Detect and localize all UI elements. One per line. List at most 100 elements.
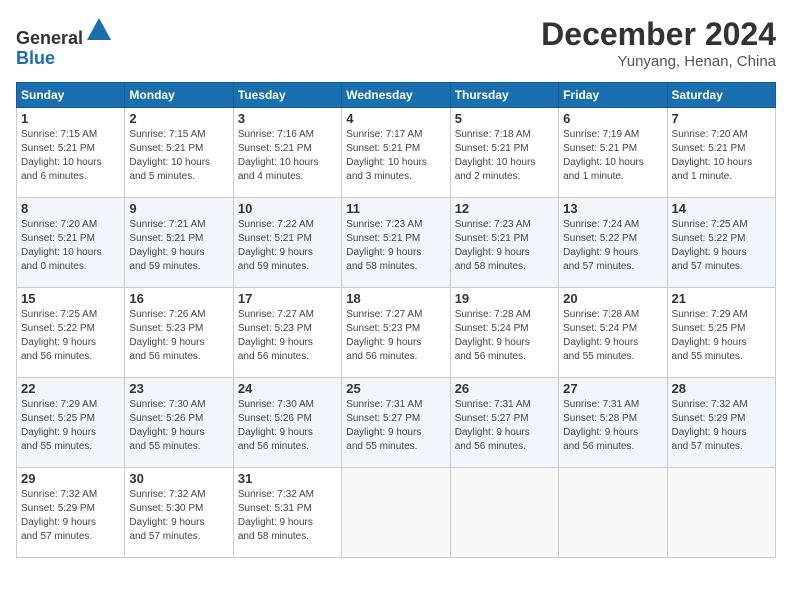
- calendar-cell: [342, 468, 450, 558]
- calendar-cell: 5Sunrise: 7:18 AM Sunset: 5:21 PM Daylig…: [450, 108, 558, 198]
- weekday-header-thursday: Thursday: [450, 83, 558, 108]
- calendar-cell: 14 Sunrise: 7:25 AM Sunset: 5:22 PM Dayli…: [667, 198, 775, 288]
- day-info: Sunrise: 7:30 AM Sunset: 5:26 PM Dayligh…: [238, 398, 337, 454]
- day-info: Sunrise: 7:15 AM Sunset: 5:21 PM Dayligh…: [129, 128, 228, 184]
- calendar-cell: 17 Sunrise: 7:27 AM Sunset: 5:23 PM Dayli…: [233, 288, 341, 378]
- calendar-cell: 10 Sunrise: 7:22 AM Sunset: 5:21 PM Dayli…: [233, 198, 341, 288]
- calendar-cell: 4 Sunrise: 7:17 AM Sunset: 5:21 PM Daylig…: [342, 108, 450, 198]
- calendar-cell: 13 Sunrise: 7:24 AM Sunset: 5:22 PM Dayli…: [559, 198, 667, 288]
- day-number: 3: [238, 111, 337, 126]
- day-number: 9: [129, 201, 228, 216]
- day-info: Sunrise: 7:31 AM Sunset: 5:27 PM Dayligh…: [346, 398, 445, 454]
- day-info: Sunrise: 7:19 AM Sunset: 5:21 PM Dayligh…: [563, 128, 662, 184]
- day-info: Sunrise: 7:28 AM Sunset: 5:24 PM Dayligh…: [563, 308, 662, 364]
- week-row-1: 1 Sunrise: 7:15 AM Sunset: 5:21 PM Daylig…: [17, 108, 776, 198]
- day-number: 6: [563, 111, 662, 126]
- day-info: Sunrise: 7:31 AM Sunset: 5:28 PM Dayligh…: [563, 398, 662, 454]
- day-number: 24: [238, 381, 337, 396]
- day-number: 2: [129, 111, 228, 126]
- day-info: Sunrise: 7:29 AM Sunset: 5:25 PM Dayligh…: [21, 398, 120, 454]
- day-info: Sunrise: 7:17 AM Sunset: 5:21 PM Dayligh…: [346, 128, 445, 184]
- day-number: 25: [346, 381, 445, 396]
- calendar-cell: 7Sunrise: 7:20 AM Sunset: 5:21 PM Daylig…: [667, 108, 775, 198]
- day-number: 12: [455, 201, 554, 216]
- day-info: Sunrise: 7:29 AM Sunset: 5:25 PM Dayligh…: [672, 308, 771, 364]
- day-number: 29: [21, 471, 120, 486]
- day-info: Sunrise: 7:23 AM Sunset: 5:21 PM Dayligh…: [455, 218, 554, 274]
- day-number: 4: [346, 111, 445, 126]
- day-number: 15: [21, 291, 120, 306]
- day-info: Sunrise: 7:26 AM Sunset: 5:23 PM Dayligh…: [129, 308, 228, 364]
- calendar-cell: 27 Sunrise: 7:31 AM Sunset: 5:28 PM Dayli…: [559, 378, 667, 468]
- day-number: 30: [129, 471, 228, 486]
- calendar-cell: [667, 468, 775, 558]
- day-number: 20: [563, 291, 662, 306]
- calendar-cell: 26Sunrise: 7:31 AM Sunset: 5:27 PM Dayli…: [450, 378, 558, 468]
- calendar-cell: 3 Sunrise: 7:16 AM Sunset: 5:21 PM Daylig…: [233, 108, 341, 198]
- day-info: Sunrise: 7:32 AM Sunset: 5:29 PM Dayligh…: [672, 398, 771, 454]
- day-number: 28: [672, 381, 771, 396]
- location: Yunyang, Henan, China: [541, 53, 776, 70]
- day-number: 10: [238, 201, 337, 216]
- calendar-cell: 25 Sunrise: 7:31 AM Sunset: 5:27 PM Dayli…: [342, 378, 450, 468]
- day-info: Sunrise: 7:27 AM Sunset: 5:23 PM Dayligh…: [238, 308, 337, 364]
- weekday-header-friday: Friday: [559, 83, 667, 108]
- calendar-cell: [559, 468, 667, 558]
- day-number: 22: [21, 381, 120, 396]
- calendar-table: SundayMondayTuesdayWednesdayThursdayFrid…: [16, 82, 776, 558]
- week-row-2: 8 Sunrise: 7:20 AM Sunset: 5:21 PM Daylig…: [17, 198, 776, 288]
- day-number: 11: [346, 201, 445, 216]
- day-number: 31: [238, 471, 337, 486]
- day-number: 13: [563, 201, 662, 216]
- logo-icon: [85, 16, 113, 44]
- day-info: Sunrise: 7:15 AM Sunset: 5:21 PM Dayligh…: [21, 128, 120, 184]
- week-row-5: 29 Sunrise: 7:32 AM Sunset: 5:29 PM Dayli…: [17, 468, 776, 558]
- calendar-cell: 22 Sunrise: 7:29 AM Sunset: 5:25 PM Dayli…: [17, 378, 125, 468]
- calendar-cell: 6 Sunrise: 7:19 AM Sunset: 5:21 PM Daylig…: [559, 108, 667, 198]
- day-info: Sunrise: 7:23 AM Sunset: 5:21 PM Dayligh…: [346, 218, 445, 274]
- week-row-4: 22 Sunrise: 7:29 AM Sunset: 5:25 PM Dayli…: [17, 378, 776, 468]
- calendar-cell: 23 Sunrise: 7:30 AM Sunset: 5:26 PM Dayli…: [125, 378, 233, 468]
- calendar-cell: 30Sunrise: 7:32 AM Sunset: 5:30 PM Dayli…: [125, 468, 233, 558]
- calendar-cell: 28 Sunrise: 7:32 AM Sunset: 5:29 PM Dayli…: [667, 378, 775, 468]
- day-number: 23: [129, 381, 228, 396]
- weekday-header-monday: Monday: [125, 83, 233, 108]
- calendar-cell: [450, 468, 558, 558]
- day-number: 17: [238, 291, 337, 306]
- calendar-cell: 21Sunrise: 7:29 AM Sunset: 5:25 PM Dayli…: [667, 288, 775, 378]
- calendar-cell: 29 Sunrise: 7:32 AM Sunset: 5:29 PM Dayli…: [17, 468, 125, 558]
- day-info: Sunrise: 7:24 AM Sunset: 5:22 PM Dayligh…: [563, 218, 662, 274]
- calendar-cell: 18Sunrise: 7:27 AM Sunset: 5:23 PM Dayli…: [342, 288, 450, 378]
- day-number: 19: [455, 291, 554, 306]
- calendar-cell: 2 Sunrise: 7:15 AM Sunset: 5:21 PM Daylig…: [125, 108, 233, 198]
- calendar-cell: 16 Sunrise: 7:26 AM Sunset: 5:23 PM Dayli…: [125, 288, 233, 378]
- weekday-header-wednesday: Wednesday: [342, 83, 450, 108]
- day-info: Sunrise: 7:20 AM Sunset: 5:21 PM Dayligh…: [672, 128, 771, 184]
- month-title: December 2024: [541, 16, 776, 53]
- day-info: Sunrise: 7:32 AM Sunset: 5:31 PM Dayligh…: [238, 488, 337, 544]
- day-info: Sunrise: 7:28 AM Sunset: 5:24 PM Dayligh…: [455, 308, 554, 364]
- day-number: 8: [21, 201, 120, 216]
- calendar-cell: 24 Sunrise: 7:30 AM Sunset: 5:26 PM Dayli…: [233, 378, 341, 468]
- day-info: Sunrise: 7:22 AM Sunset: 5:21 PM Dayligh…: [238, 218, 337, 274]
- day-info: Sunrise: 7:30 AM Sunset: 5:26 PM Dayligh…: [129, 398, 228, 454]
- day-number: 27: [563, 381, 662, 396]
- day-number: 16: [129, 291, 228, 306]
- week-row-3: 15Sunrise: 7:25 AM Sunset: 5:22 PM Dayli…: [17, 288, 776, 378]
- day-number: 5: [455, 111, 554, 126]
- day-info: Sunrise: 7:16 AM Sunset: 5:21 PM Dayligh…: [238, 128, 337, 184]
- title-block: December 2024 Yunyang, Henan, China: [541, 16, 776, 70]
- day-number: 14: [672, 201, 771, 216]
- day-info: Sunrise: 7:20 AM Sunset: 5:21 PM Dayligh…: [21, 218, 120, 274]
- calendar-cell: 20 Sunrise: 7:28 AM Sunset: 5:24 PM Dayli…: [559, 288, 667, 378]
- calendar-cell: 12 Sunrise: 7:23 AM Sunset: 5:21 PM Dayli…: [450, 198, 558, 288]
- day-info: Sunrise: 7:32 AM Sunset: 5:29 PM Dayligh…: [21, 488, 120, 544]
- day-number: 1: [21, 111, 120, 126]
- page-header: General Blue December 2024 Yunyang, Hena…: [16, 16, 776, 70]
- calendar-cell: 31 Sunrise: 7:32 AM Sunset: 5:31 PM Dayli…: [233, 468, 341, 558]
- calendar-cell: 9Sunrise: 7:21 AM Sunset: 5:21 PM Daylig…: [125, 198, 233, 288]
- day-info: Sunrise: 7:25 AM Sunset: 5:22 PM Dayligh…: [672, 218, 771, 274]
- logo-general: General: [16, 28, 83, 48]
- day-number: 26: [455, 381, 554, 396]
- weekday-header-row: SundayMondayTuesdayWednesdayThursdayFrid…: [17, 83, 776, 108]
